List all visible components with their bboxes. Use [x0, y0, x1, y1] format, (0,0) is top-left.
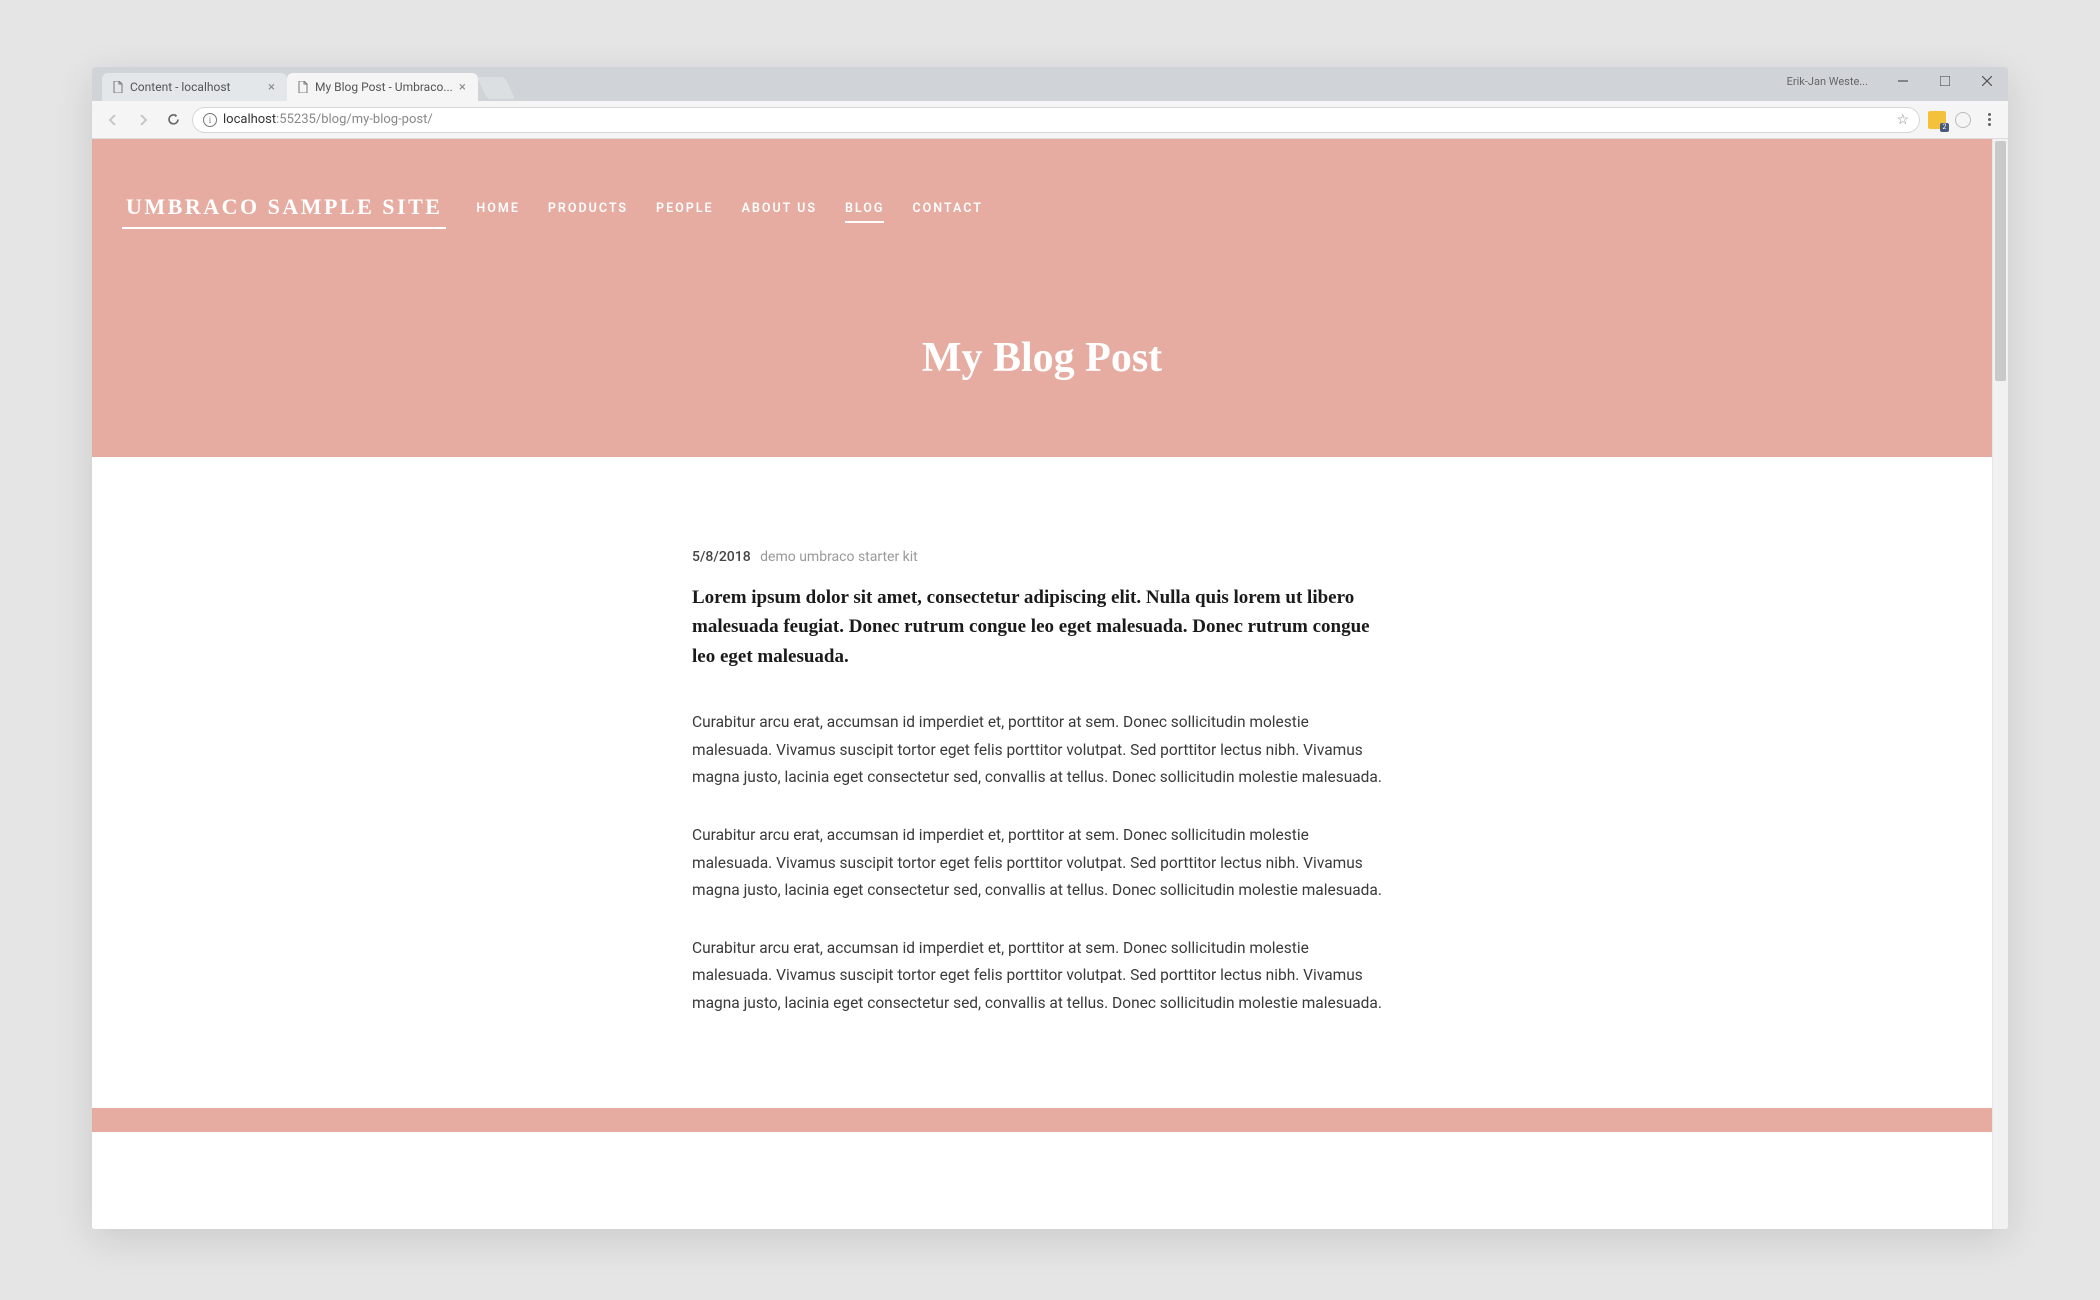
url-port: :55235 — [276, 112, 316, 127]
footer-strip — [92, 1108, 1992, 1132]
close-icon[interactable]: × — [459, 80, 466, 95]
tab-strip: Content - localhost × My Blog Post - Umb… — [92, 67, 2008, 101]
site-header: UMBRACO SAMPLE SITE HOME PRODUCTS PEOPLE… — [92, 139, 1992, 229]
nav-blog[interactable]: BLOG — [845, 201, 884, 223]
browser-tab-blogpost[interactable]: My Blog Post - Umbraco... × — [287, 73, 478, 101]
vertical-scrollbar[interactable] — [1992, 139, 2008, 1229]
nav-about[interactable]: ABOUT US — [742, 201, 817, 223]
tab-label: My Blog Post - Umbraco... — [315, 80, 453, 94]
nav-people[interactable]: PEOPLE — [656, 201, 714, 223]
site-logo[interactable]: UMBRACO SAMPLE SITE — [122, 194, 446, 229]
file-icon — [112, 81, 124, 93]
nav-contact[interactable]: CONTACT — [912, 201, 982, 223]
article: 5/8/2018 demo umbraco starter kit Lorem … — [692, 457, 1392, 1108]
viewport: UMBRACO SAMPLE SITE HOME PRODUCTS PEOPLE… — [92, 139, 2008, 1229]
scrollbar-thumb[interactable] — [1995, 141, 2006, 381]
post-paragraph: Curabitur arcu erat, accumsan id imperdi… — [692, 935, 1392, 1018]
url-path: /blog/my-blog-post/ — [316, 112, 433, 127]
bookmark-star-icon[interactable]: ☆ — [1896, 112, 1909, 128]
post-excerpt: Lorem ipsum dolor sit amet, consectetur … — [692, 583, 1392, 671]
extension-icon[interactable] — [1928, 111, 1946, 129]
post-date: 5/8/2018 — [692, 549, 751, 565]
url-field[interactable]: i localhost:55235/blog/my-blog-post/ ☆ — [192, 107, 1920, 133]
page-content: UMBRACO SAMPLE SITE HOME PRODUCTS PEOPLE… — [92, 139, 1992, 1229]
post-author: demo umbraco starter kit — [760, 549, 918, 565]
tab-label: Content - localhost — [130, 80, 230, 94]
site-info-icon[interactable]: i — [203, 113, 217, 127]
address-bar: i localhost:55235/blog/my-blog-post/ ☆ — [92, 101, 2008, 139]
browser-window: Content - localhost × My Blog Post - Umb… — [92, 67, 2008, 1229]
browser-menu-button[interactable] — [1980, 111, 1998, 129]
primary-nav: HOME PRODUCTS PEOPLE ABOUT US BLOG CONTA… — [476, 201, 982, 223]
window-controls: Erik-Jan Weste... — [1787, 67, 2008, 95]
post-paragraph: Curabitur arcu erat, accumsan id imperdi… — [692, 822, 1392, 905]
close-button[interactable] — [1966, 68, 2008, 94]
file-icon — [297, 81, 309, 93]
extension-icon-2[interactable] — [1954, 111, 1972, 129]
post-meta: 5/8/2018 demo umbraco starter kit — [692, 549, 1392, 565]
nav-home[interactable]: HOME — [476, 201, 519, 223]
user-profile-label[interactable]: Erik-Jan Weste... — [1787, 75, 1868, 88]
new-tab-button[interactable] — [477, 77, 515, 99]
back-button[interactable] — [102, 109, 124, 131]
browser-tab-content[interactable]: Content - localhost × — [102, 73, 287, 101]
hero-section: UMBRACO SAMPLE SITE HOME PRODUCTS PEOPLE… — [92, 139, 1992, 457]
forward-button[interactable] — [132, 109, 154, 131]
nav-products[interactable]: PRODUCTS — [548, 201, 628, 223]
close-icon[interactable]: × — [268, 80, 275, 95]
page-title: My Blog Post — [922, 334, 1162, 382]
maximize-button[interactable] — [1924, 68, 1966, 94]
reload-button[interactable] — [162, 109, 184, 131]
minimize-button[interactable] — [1882, 68, 1924, 94]
url-host: localhost — [223, 112, 276, 127]
post-paragraph: Curabitur arcu erat, accumsan id imperdi… — [692, 709, 1392, 792]
